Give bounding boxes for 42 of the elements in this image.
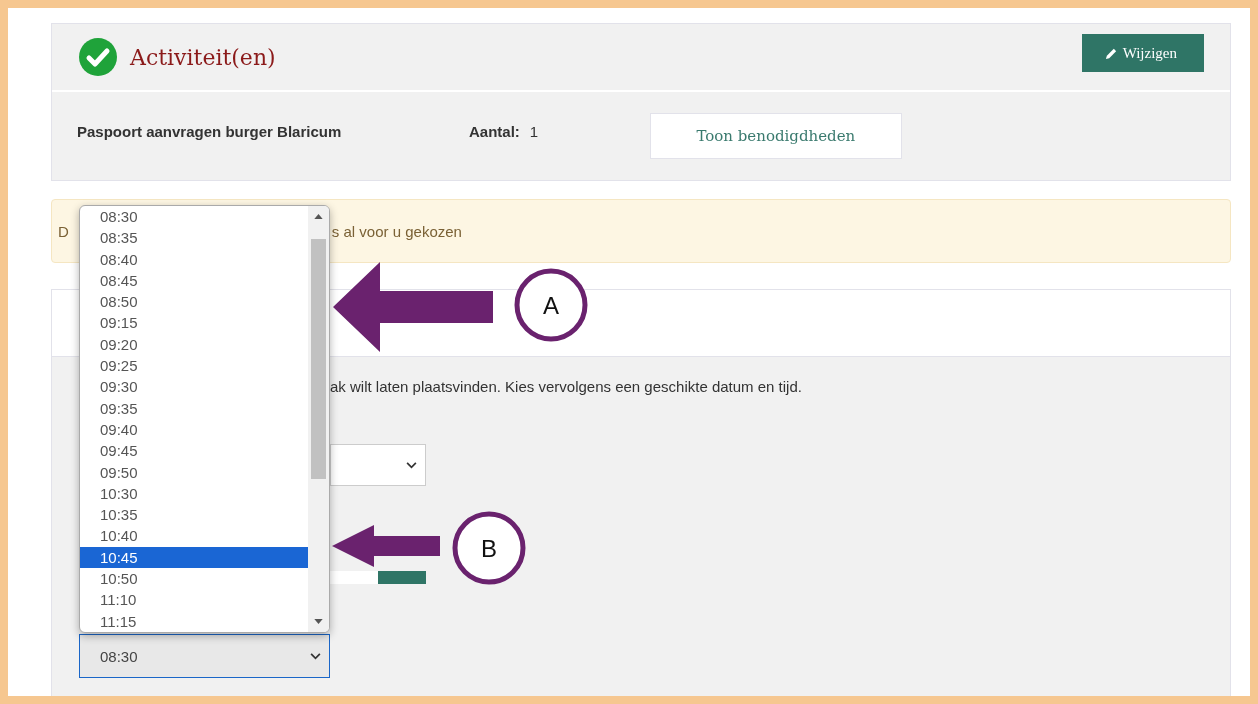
- time-option[interactable]: 10:40: [80, 525, 308, 547]
- time-option[interactable]: 11:15: [80, 610, 308, 632]
- scroll-up-icon: [314, 214, 323, 219]
- time-option[interactable]: 10:35: [80, 504, 308, 526]
- time-select[interactable]: 08:30: [79, 634, 330, 678]
- check-circle-icon: [78, 37, 118, 77]
- pencil-icon: [1104, 46, 1118, 60]
- time-option[interactable]: 08:50: [80, 291, 308, 313]
- time-option[interactable]: 11:10: [80, 589, 308, 611]
- date-picker-button[interactable]: [378, 571, 426, 584]
- annotation-marker: B: [452, 511, 526, 585]
- count-label: Aantal:: [469, 122, 520, 140]
- time-option[interactable]: 08:40: [80, 248, 308, 270]
- time-option[interactable]: 09:15: [80, 312, 308, 334]
- count-value: 1: [529, 122, 540, 140]
- chevron-down-icon: [406, 461, 417, 469]
- time-option[interactable]: 09:30: [80, 376, 308, 398]
- annotation-marker: A: [514, 268, 588, 342]
- time-option[interactable]: 09:35: [80, 397, 308, 419]
- time-option[interactable]: 09:50: [80, 461, 308, 483]
- chevron-down-icon: [310, 652, 321, 660]
- time-option[interactable]: 10:30: [80, 482, 308, 505]
- edit-button[interactable]: Wijzigen: [1081, 34, 1204, 72]
- scrollbar[interactable]: [308, 206, 329, 632]
- time-option[interactable]: 10:50: [80, 568, 308, 590]
- time-option[interactable]: 09:25: [80, 355, 308, 377]
- select-field[interactable]: [330, 444, 426, 486]
- scroll-down-icon: [314, 619, 323, 624]
- time-option[interactable]: 08:30: [80, 206, 308, 228]
- time-option[interactable]: 09:45: [80, 440, 308, 462]
- notice-text: D: [58, 222, 69, 240]
- instruction-text: ak wilt laten plaatsvinden. Kies vervolgens een geschikte datum en tijd.: [330, 378, 802, 395]
- time-option[interactable]: 10:45: [80, 546, 308, 569]
- time-option[interactable]: 09:40: [80, 418, 308, 441]
- show-supplies-button[interactable]: Toon benodigdheden: [649, 113, 902, 159]
- date-field[interactable]: [330, 571, 378, 584]
- section-title: Activiteit(en): [130, 44, 276, 70]
- notice-text: s al voor u gekozen: [331, 222, 462, 240]
- time-option[interactable]: 08:35: [80, 227, 308, 249]
- time-option[interactable]: 08:45: [80, 269, 308, 292]
- activity-name: Paspoort aanvragen burger Blaricum: [77, 122, 343, 140]
- time-option[interactable]: 09:20: [80, 333, 308, 356]
